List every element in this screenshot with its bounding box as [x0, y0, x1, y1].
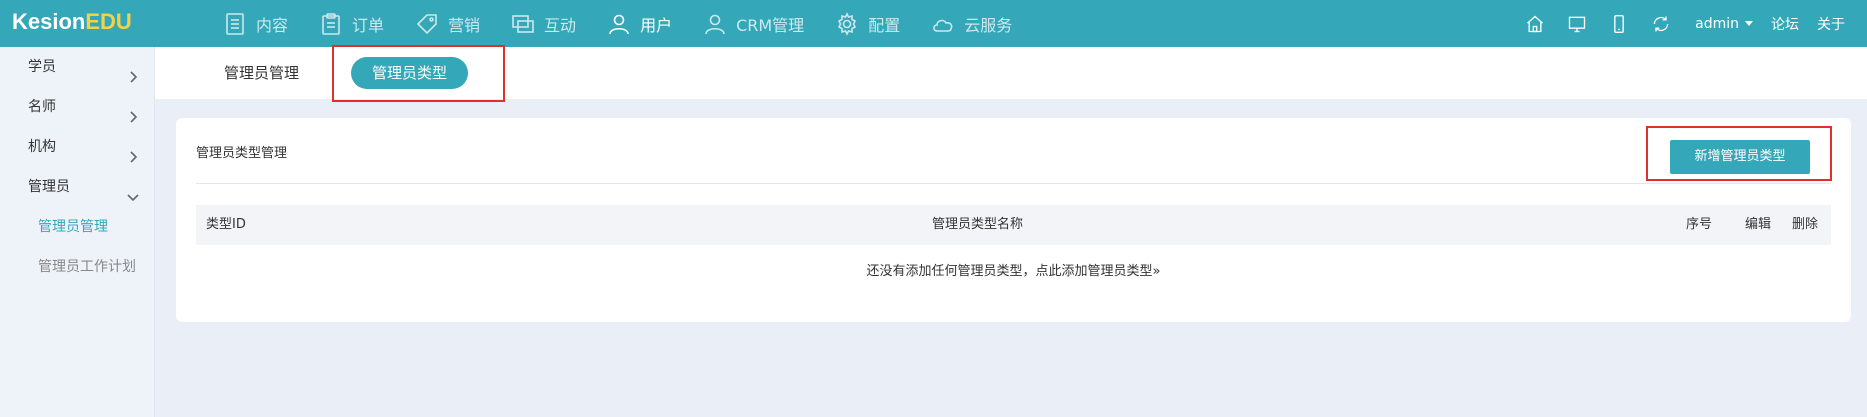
logo-text-primary: Kesion — [12, 9, 86, 34]
nav-item-interaction[interactable]: 互动 — [510, 0, 576, 47]
caret-down-icon — [1745, 21, 1753, 26]
sidebar-item-label: 管理员 — [28, 179, 70, 195]
tab-admin-types[interactable]: 管理员类型 — [351, 57, 468, 89]
nav-item-label: 用户 — [640, 15, 673, 35]
logo-text-accent: EDU — [85, 9, 132, 34]
chevron-right-icon — [126, 100, 140, 123]
tab-admin-management[interactable]: 管理员管理 — [224, 57, 299, 89]
main-nav: 内容 订单 营销 互动 用户 CRM管理 配置 云服务 — [222, 0, 1042, 47]
add-admin-type-button[interactable]: 新增管理员类型 — [1670, 140, 1810, 174]
chevron-right-icon — [126, 60, 140, 83]
crm-user-icon — [702, 11, 728, 37]
refresh-icon[interactable] — [1649, 12, 1673, 36]
sidebar-item-label: 名师 — [28, 99, 56, 115]
column-header-order: 序号 — [1686, 217, 1713, 232]
table-header: 类型ID 管理员类型名称 序号 编辑 删除 — [196, 205, 1831, 245]
desktop-icon[interactable] — [1565, 12, 1589, 36]
sidebar-item-admins[interactable]: 管理员 — [0, 167, 154, 207]
nav-item-label: 内容 — [256, 15, 289, 35]
nav-item-label: 云服务 — [964, 15, 1013, 35]
column-header-type-id: 类型ID — [206, 217, 246, 232]
user-name: admin — [1695, 15, 1739, 32]
document-icon — [222, 11, 248, 37]
gear-icon — [834, 11, 860, 37]
nav-item-marketing[interactable]: 营销 — [414, 0, 480, 47]
home-icon[interactable] — [1523, 12, 1547, 36]
header-tools: admin 论坛 关于 — [1505, 0, 1845, 47]
nav-item-label: 互动 — [544, 15, 577, 35]
empty-state-row: 还没有添加任何管理员类型，点此添加管理员类型» — [196, 260, 1831, 279]
tab-strip: 管理员管理 管理员类型 — [155, 47, 1867, 99]
sidebar-item-label: 学员 — [28, 59, 56, 75]
nav-item-users[interactable]: 用户 — [606, 0, 672, 47]
column-header-delete: 删除 — [1792, 217, 1819, 232]
sidebar-item-students[interactable]: 学员 — [0, 47, 154, 87]
user-icon — [606, 11, 632, 37]
sidebar-subitem-admin-work-plan[interactable]: 管理员工作计划 — [0, 247, 154, 287]
about-link[interactable]: 关于 — [1817, 14, 1845, 34]
admin-type-panel: 管理员类型管理 新增管理员类型 类型ID 管理员类型名称 序号 编辑 删除 还没… — [176, 118, 1851, 322]
nav-item-label: 订单 — [352, 15, 385, 35]
empty-state-add-link[interactable]: 还没有添加任何管理员类型，点此添加管理员类型» — [867, 264, 1161, 279]
clipboard-icon — [318, 11, 344, 37]
nav-item-crm[interactable]: CRM管理 — [702, 0, 804, 47]
column-header-edit: 编辑 — [1745, 217, 1772, 232]
sidebar-item-teachers[interactable]: 名师 — [0, 87, 154, 127]
chevron-right-icon — [126, 140, 140, 163]
tag-icon — [414, 11, 440, 37]
sidebar-subitem-admin-management[interactable]: 管理员管理 — [0, 207, 154, 247]
sidebar-item-institutions[interactable]: 机构 — [0, 127, 154, 167]
user-menu[interactable]: admin — [1695, 16, 1753, 32]
divider — [196, 183, 1831, 184]
nav-item-label: 配置 — [868, 15, 901, 35]
nav-item-content[interactable]: 内容 — [222, 0, 288, 47]
nav-item-label: 营销 — [448, 15, 481, 35]
mobile-icon[interactable] — [1607, 12, 1631, 36]
logo[interactable]: KesionEDU — [12, 9, 132, 35]
nav-item-orders[interactable]: 订单 — [318, 0, 384, 47]
nav-item-config[interactable]: 配置 — [834, 0, 900, 47]
chat-monitor-icon — [510, 11, 536, 37]
sidebar-item-label: 机构 — [28, 139, 56, 155]
forum-link[interactable]: 论坛 — [1771, 14, 1799, 34]
column-header-type-name: 管理员类型名称 — [932, 217, 1024, 232]
nav-item-cloud[interactable]: 云服务 — [930, 0, 1012, 47]
chevron-down-icon — [126, 180, 140, 202]
cloud-icon — [930, 11, 956, 37]
nav-item-label: CRM管理 — [736, 15, 805, 35]
top-navbar: KesionEDU 内容 订单 营销 互动 用户 CRM管理 配置 云服务 ad… — [0, 0, 1867, 47]
panel-title: 管理员类型管理 — [196, 146, 288, 161]
sidebar: 学员 名师 机构 管理员 管理员管理 管理员工作计划 — [0, 47, 155, 417]
